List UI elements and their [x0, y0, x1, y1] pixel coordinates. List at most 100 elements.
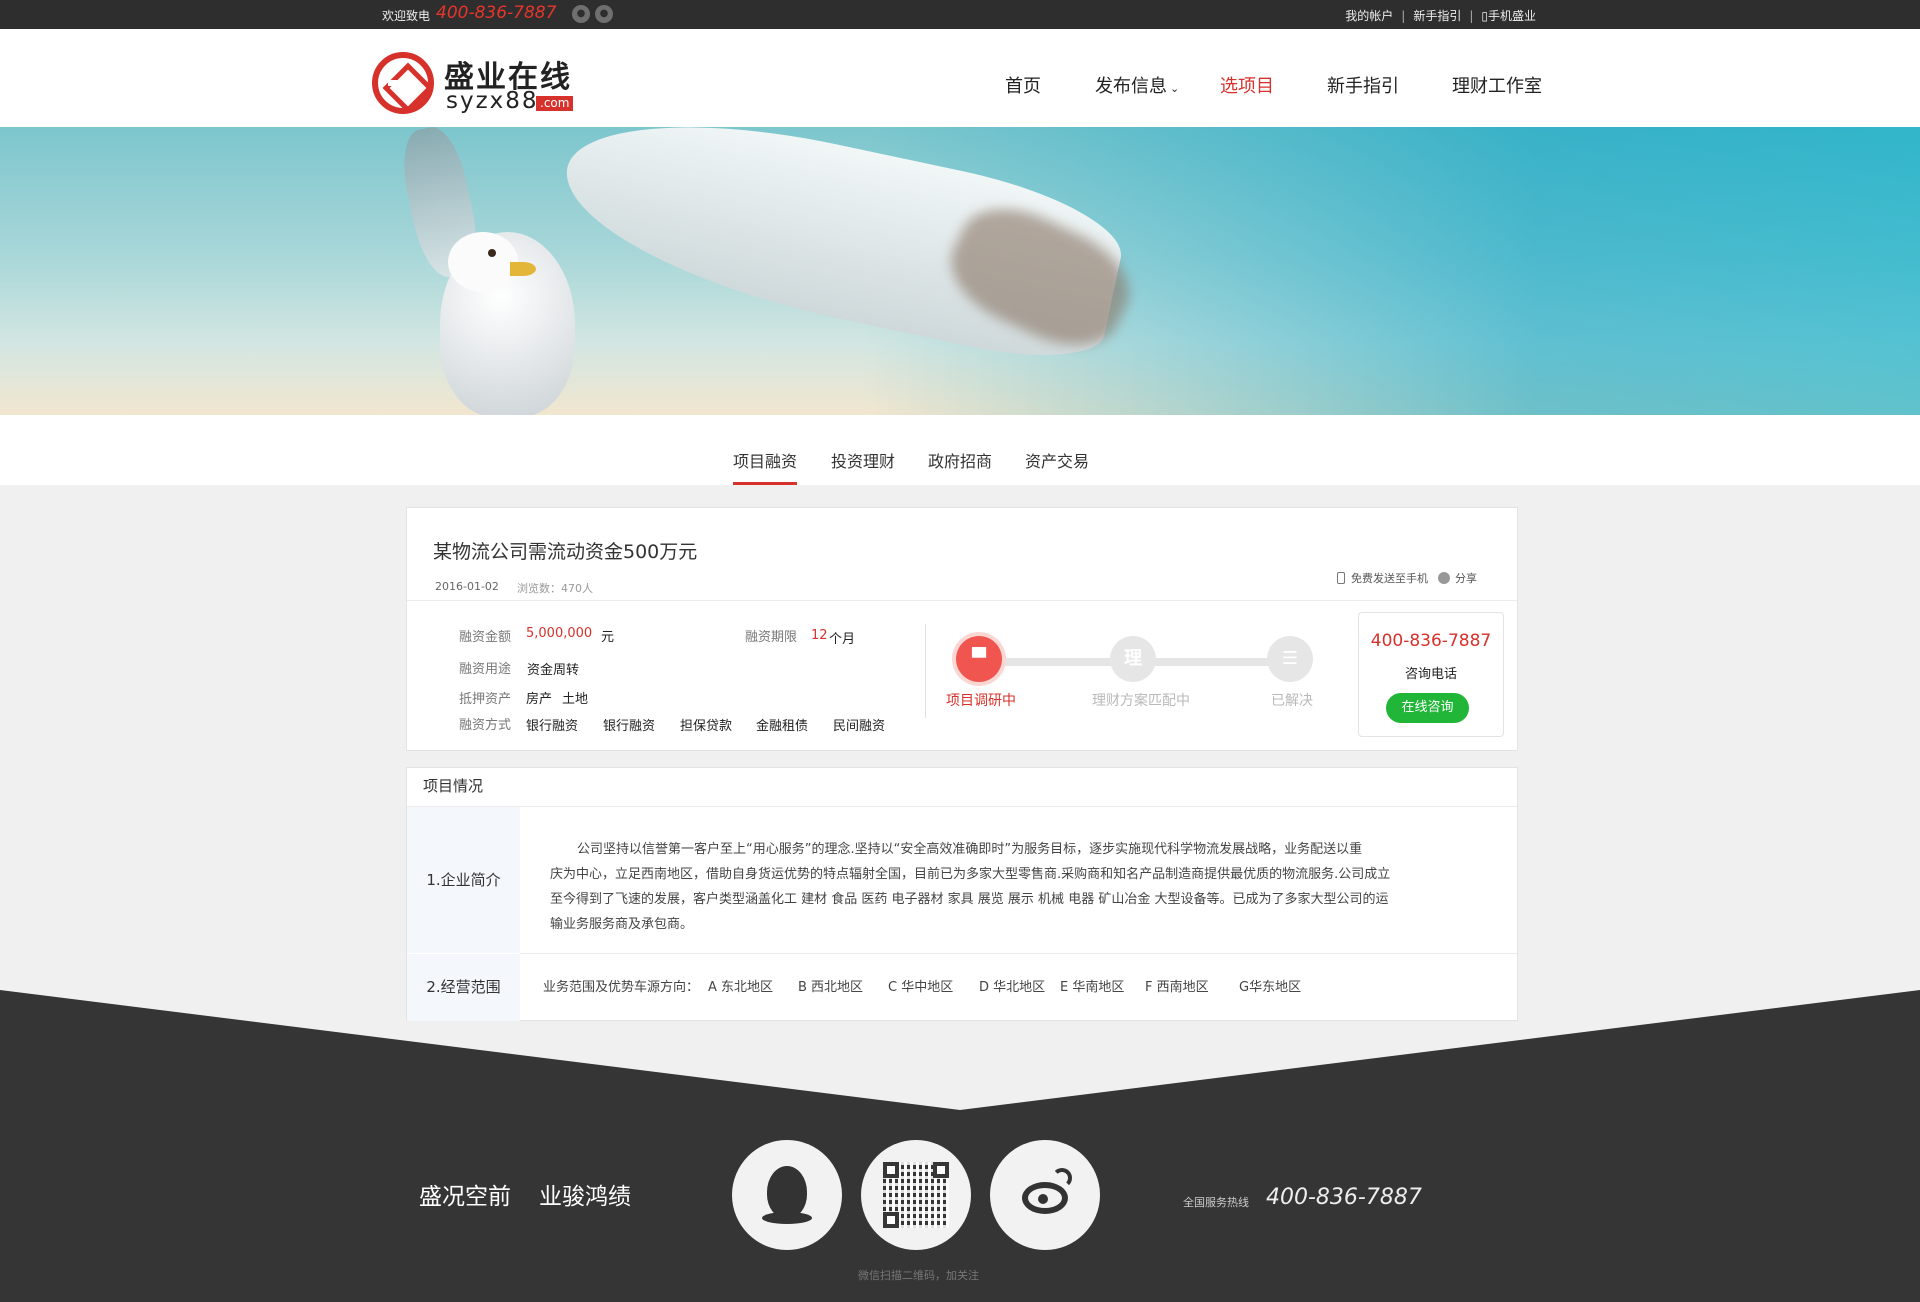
method-item: 银行融资: [603, 719, 656, 734]
footer-slogan: 盛况空前: [419, 1184, 511, 1210]
step-label: 项目调研中: [946, 693, 1016, 709]
footer-weibo-icon[interactable]: [990, 1140, 1100, 1250]
contact-phone: 400-836-7887: [1370, 631, 1492, 651]
qq-icon[interactable]: ●: [595, 5, 613, 23]
methods-label: 融资方式: [459, 718, 512, 733]
wechat-icon[interactable]: ●: [572, 5, 590, 23]
collateral-item: 土地: [562, 692, 589, 707]
method-item: 银行融资: [526, 719, 579, 734]
amount-unit: 元: [601, 630, 615, 645]
seagull-eye: [488, 249, 496, 257]
logo-domain-text: syzx88: [446, 88, 539, 114]
method-item: 民间融资: [833, 719, 886, 734]
step-matching-icon: 理: [1110, 636, 1156, 682]
logo-mark-icon: [372, 52, 434, 114]
divider: [407, 600, 1517, 601]
footer-slogan: 业骏鸿绩: [539, 1184, 631, 1210]
welcome-text: 欢迎致电: [382, 9, 431, 23]
method-item: 担保贷款: [680, 719, 733, 734]
share-link[interactable]: 分享: [1455, 572, 1477, 585]
my-account-link[interactable]: 我的帐户: [1345, 9, 1393, 23]
intro-line: 输业务服务商及承包商。: [550, 917, 694, 932]
nav-beginner-guide[interactable]: 新手指引: [1327, 72, 1399, 98]
nav-publish[interactable]: 发布信息 ⌄: [1095, 72, 1179, 98]
method-item: 金融租债: [756, 719, 809, 734]
divider: [925, 624, 926, 718]
hero-banner: [0, 127, 1920, 415]
scope-item: B 西北地区: [798, 980, 864, 995]
qr-code: [861, 1140, 971, 1250]
step-label: 已解决: [1271, 693, 1313, 709]
scope-label: 2.经营范围: [407, 954, 520, 1021]
top-links: 我的帐户 | 新手指引 | ▯手机盛业: [1345, 9, 1536, 23]
divider: [407, 806, 1517, 807]
intro-line: 公司坚持以信誉第一客户至上“用心服务”的理念.坚持以“安全高效准确即时”为服务目…: [577, 842, 1363, 857]
footer-qq-icon[interactable]: [732, 1140, 842, 1250]
scope-item: E 华南地区: [1060, 980, 1125, 995]
seagull-head: [448, 232, 518, 292]
intro-line: 至今得到了飞速的发展，客户类型涵盖化工 建材 食品 医药 电子器材 家具 展览 …: [550, 892, 1389, 907]
project-title: 某物流公司需流动资金500万元: [433, 541, 698, 563]
footer-notch: [893, 1107, 941, 1117]
amount-label: 融资金额: [459, 630, 512, 645]
project-views: 浏览数：470人: [517, 582, 593, 595]
scope-item: C 华中地区: [888, 980, 954, 995]
intro-text: 公司坚持以信誉第一客户至上“用心服务”的理念.坚持以“安全高效准确即时”为服务目…: [550, 837, 1490, 937]
phone-icon: [1337, 572, 1345, 584]
scope-item: A 东北地区: [708, 980, 774, 995]
qr-code-image: [883, 1162, 949, 1228]
nav-home[interactable]: 首页: [1005, 72, 1041, 98]
term-label: 融资期限: [745, 630, 798, 645]
term-value: 12: [811, 628, 828, 643]
research-icon: ▀: [956, 636, 1002, 682]
scope-item: D 华北地区: [979, 980, 1046, 995]
intro-label: 1.企业简介: [407, 807, 520, 953]
tab-government[interactable]: 政府招商: [928, 448, 992, 485]
tab-investment[interactable]: 投资理财: [831, 448, 895, 485]
hotline-label: 全国服务热线: [1183, 1196, 1249, 1209]
seagull-beak: [510, 262, 536, 276]
site-logo[interactable]: 盛业在线 syzx88 .com: [372, 52, 587, 116]
chevron-down-icon: ⌄: [1170, 82, 1180, 95]
nav-finance-studio[interactable]: 理财工作室: [1452, 72, 1542, 98]
term-unit: 个月: [829, 632, 856, 647]
online-consult-button[interactable]: 在线咨询: [1386, 693, 1469, 723]
share-icon: [1438, 572, 1450, 584]
project-details-card: 项目情况 1.企业简介 公司坚持以信誉第一客户至上“用心服务”的理念.坚持以“安…: [406, 767, 1518, 1021]
category-tabs: 项目融资 投资理财 政府招商 资产交易: [0, 415, 1920, 485]
collateral-label: 抵押资产: [459, 692, 512, 707]
section-title: 项目情况: [423, 777, 484, 795]
project-actions: 免费发送至手机 分享: [1337, 570, 1477, 586]
tab-asset-trading[interactable]: 资产交易: [1025, 448, 1089, 485]
scope-item: G华东地区: [1239, 980, 1302, 995]
use-value: 资金周转: [527, 663, 580, 678]
scope-item: F 西南地区: [1145, 980, 1209, 995]
contact-label: 咨询电话: [1404, 667, 1457, 682]
list-icon: ☰: [1267, 636, 1313, 682]
tab-project-financing[interactable]: 项目融资: [733, 448, 798, 485]
footer-hotline: 400-836-7887: [1266, 1185, 1422, 1210]
mobile-icon: ▯: [1481, 9, 1488, 23]
header: 盛业在线 syzx88 .com 首页 发布信息 ⌄ 选项目 新手指引 理财工作室: [0, 29, 1920, 127]
step-glyph: 理: [1124, 648, 1142, 669]
divider: [520, 953, 1517, 954]
project-card: 某物流公司需流动资金500万元 2016-01-02 浏览数：470人 免费发送…: [406, 507, 1518, 751]
scope-prefix: 业务范围及优势车源方向：: [543, 980, 700, 995]
collateral-item: 房产: [526, 692, 553, 707]
qr-caption: 微信扫描二维码，加关注: [858, 1269, 979, 1282]
project-date: 2016-01-02: [435, 580, 499, 593]
top-phone: 400-836-7887: [436, 3, 557, 23]
beginner-guide-link[interactable]: 新手指引: [1413, 9, 1461, 23]
amount-value: 5,000,000: [526, 626, 593, 641]
intro-line: 庆为中心，立足西南地区，借助自身货运优势的特点辐射全国，目前已为多家大型零售商.…: [550, 867, 1391, 882]
nav-publish-label: 发布信息: [1095, 76, 1167, 97]
nav-select-project[interactable]: 选项目: [1220, 72, 1274, 98]
footer: [0, 990, 1920, 1302]
send-to-phone-link[interactable]: 免费发送至手机: [1351, 572, 1428, 585]
contact-box: 400-836-7887 咨询电话 在线咨询: [1358, 612, 1504, 737]
top-bar: 欢迎致电 400-836-7887 ● ● 我的帐户 | 新手指引 | ▯手机盛业: [0, 0, 1920, 29]
mobile-link[interactable]: 手机盛业: [1488, 9, 1536, 23]
use-label: 融资用途: [459, 662, 512, 677]
logo-domain-suffix: .com: [536, 96, 574, 111]
step-label: 理财方案匹配中: [1092, 693, 1190, 709]
